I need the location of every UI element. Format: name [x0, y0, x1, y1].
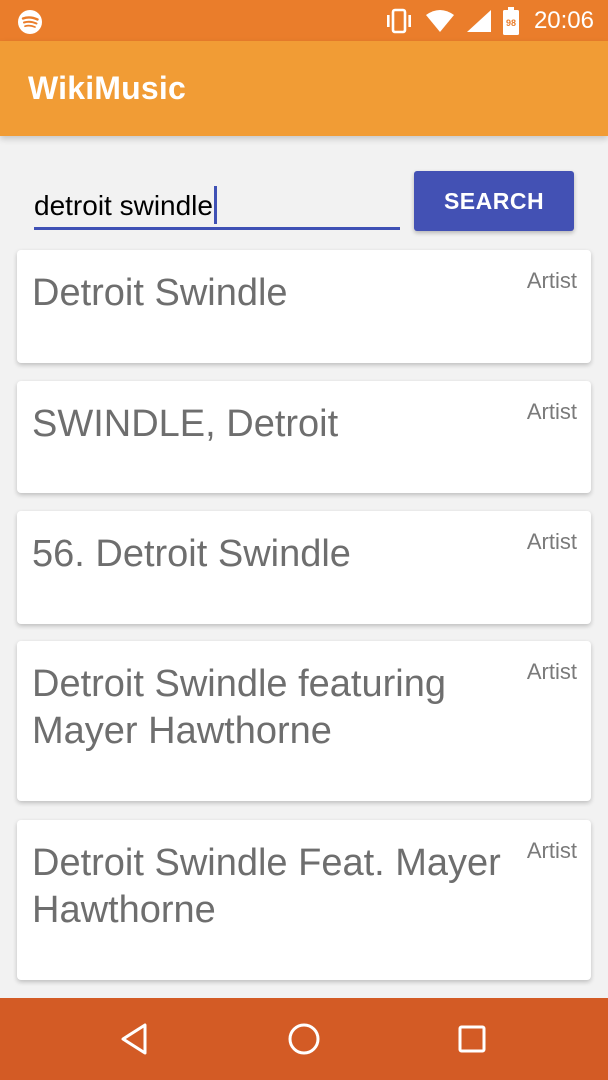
app-title: WikiMusic: [28, 70, 186, 106]
battery-icon: 98: [502, 6, 519, 35]
result-title: 56. Detroit Swindle: [32, 533, 351, 575]
result-title: Detroit Swindle: [32, 272, 288, 314]
battery-level: 98: [506, 18, 516, 28]
recents-icon[interactable]: [450, 1017, 494, 1061]
result-type: Artist: [526, 399, 577, 424]
back-icon[interactable]: [114, 1017, 158, 1061]
result-card[interactable]: 56. Detroit Swindle Artist: [17, 511, 591, 624]
app-bar: WikiMusic: [0, 41, 608, 136]
navigation-bar: [0, 998, 608, 1080]
wifi-icon: [425, 9, 454, 32]
home-icon[interactable]: [282, 1017, 326, 1061]
result-card[interactable]: SWINDLE, Detroit Artist: [17, 381, 591, 493]
result-title: SWINDLE, Detroit: [32, 403, 339, 445]
result-card[interactable]: Detroit Swindle Feat. Mayer Hawthorne Ar…: [17, 820, 591, 980]
result-type: Artist: [526, 659, 577, 684]
status-bar: 98 20:06: [0, 0, 608, 41]
text-caret: [213, 186, 217, 224]
result-title: Detroit Swindle featuring Mayer Hawthorn…: [32, 663, 446, 752]
result-title: Detroit Swindle Feat. Mayer Hawthorne: [32, 842, 501, 931]
vibrate-icon: [386, 8, 411, 33]
search-button[interactable]: SEARCH: [414, 171, 574, 231]
signal-icon: [466, 9, 491, 32]
result-card[interactable]: Detroit Swindle featuring Mayer Hawthorn…: [17, 641, 591, 801]
clock: 20:06: [533, 6, 594, 34]
result-type: Artist: [526, 838, 577, 863]
results-list: Detroit Swindle Artist SWINDLE, Detroit …: [0, 0, 608, 1080]
result-card[interactable]: Detroit Swindle Artist: [17, 250, 591, 363]
search-input-text[interactable]: detroit swindle: [34, 186, 217, 224]
result-type: Artist: [526, 268, 577, 293]
search-input[interactable]: detroit swindle: [34, 174, 400, 230]
spotify-icon: [18, 10, 42, 34]
result-type: Artist: [526, 529, 577, 554]
